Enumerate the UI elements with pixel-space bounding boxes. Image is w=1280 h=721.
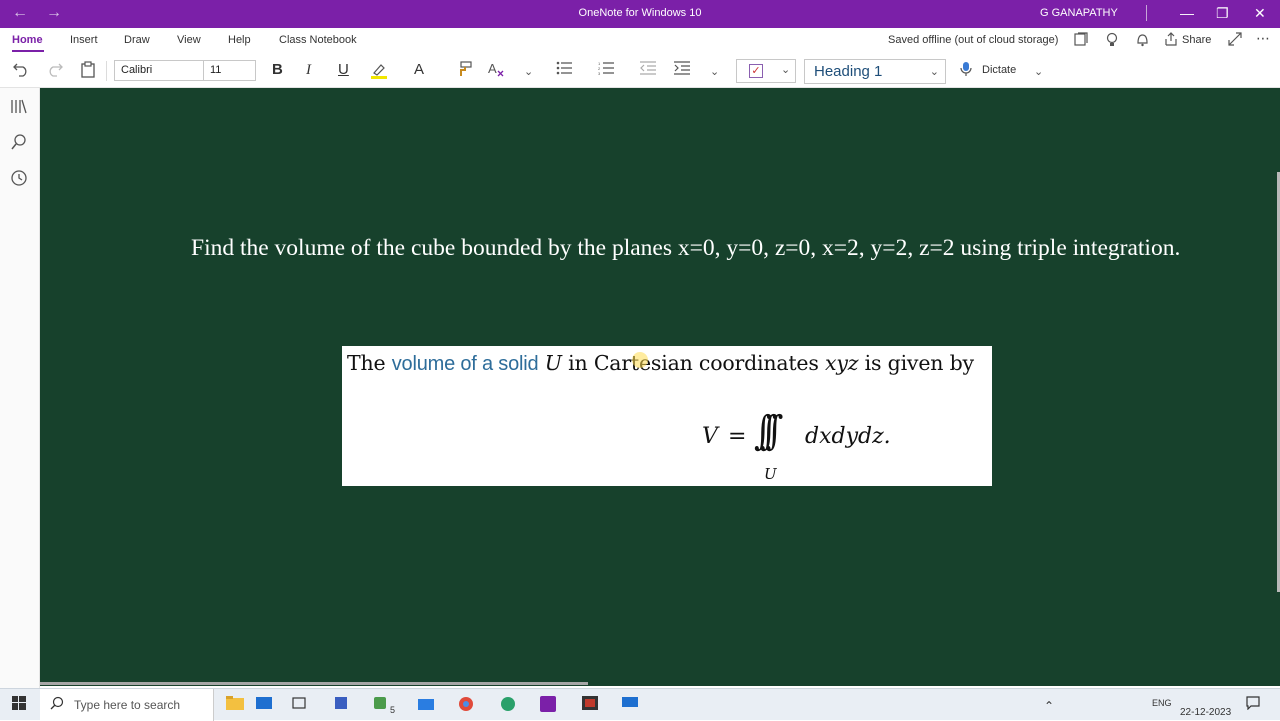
bell-icon[interactable] [1136, 32, 1149, 50]
notebook-pages-icon[interactable] [1074, 32, 1088, 49]
style-label: Heading 1 [814, 63, 883, 80]
formula-equals: = [728, 424, 747, 449]
share-icon[interactable] [1164, 32, 1178, 49]
undo-icon[interactable] [12, 61, 30, 82]
formula-v: V [702, 424, 718, 449]
media-app-icon[interactable] [582, 696, 598, 713]
title-bar: ← → OneNote for Windows 10 G GANAPATHY —… [0, 0, 1280, 28]
tab-class-notebook[interactable]: Class Notebook [279, 34, 357, 46]
teams-icon[interactable] [374, 696, 390, 713]
chevron-up-icon[interactable]: ⌃ [1044, 699, 1054, 713]
windows-start-icon[interactable] [12, 696, 26, 713]
store-icon[interactable] [418, 696, 434, 713]
restore-icon[interactable]: ❐ [1216, 4, 1229, 22]
underline-button[interactable]: U [338, 61, 349, 79]
font-color-button[interactable]: A [414, 61, 424, 79]
triple-integral-symbol: ∫∫∫ [754, 408, 783, 454]
sync-status: Saved offline (out of cloud storage) [888, 34, 1059, 46]
font-size-field[interactable]: 11 [203, 60, 256, 81]
chevron-down-icon[interactable]: ⌄ [1034, 63, 1043, 81]
more-options-icon[interactable]: ⋯ [1256, 30, 1270, 46]
tab-help[interactable]: Help [228, 34, 251, 46]
taskbar-search-box[interactable]: Type here to search [40, 689, 214, 721]
notifications-icon[interactable] [1246, 696, 1260, 713]
mouse-cursor-highlight [632, 352, 648, 368]
redo-icon[interactable] [46, 61, 64, 82]
close-icon[interactable]: ✕ [1254, 4, 1266, 22]
bulleted-list-icon[interactable] [556, 61, 572, 80]
dictate-button[interactable]: Dictate [982, 64, 1016, 76]
increase-indent-icon[interactable] [674, 61, 690, 80]
question-text[interactable]: Find the volume of the cube bounded by t… [191, 233, 1191, 263]
chevron-down-icon[interactable]: ⌄ [930, 65, 939, 78]
decrease-indent-icon[interactable] [640, 61, 656, 80]
recent-notes-clock-icon[interactable] [11, 170, 27, 190]
system-date[interactable]: 22-12-2023 [1180, 707, 1231, 718]
clear-formatting-icon[interactable]: A [488, 61, 506, 82]
expand-icon[interactable] [1228, 32, 1242, 49]
horizontal-scrollbar[interactable] [40, 682, 588, 685]
integral-region: U [764, 465, 777, 483]
formatting-toolbar: Calibri 11 B I U A A ⌄ 123 ⌄ ✓ ⌄ Heading… [0, 54, 1280, 88]
font-name-field[interactable]: Calibri [114, 60, 204, 81]
svg-text:3: 3 [598, 71, 601, 75]
browser-icon[interactable] [500, 696, 516, 715]
search-icon[interactable] [11, 134, 27, 154]
embedded-formula-image[interactable]: The volume of a solid U in Cartesian coo… [342, 346, 992, 486]
ribbon-tabs: Home Insert Draw View Help Class Noteboo… [0, 28, 1280, 54]
chevron-down-icon[interactable]: ⌄ [710, 63, 719, 81]
taskbar-search-placeholder: Type here to search [74, 698, 181, 712]
formula-integrand: dxdydz. [805, 424, 891, 449]
checkbox-tag-icon[interactable]: ✓ [749, 64, 763, 78]
chevron-down-icon[interactable]: ⌄ [524, 63, 533, 81]
tab-insert[interactable]: Insert [70, 34, 98, 46]
language-indicator[interactable]: ENG [1152, 698, 1172, 708]
onenote-icon[interactable] [540, 696, 556, 715]
user-name[interactable]: G GANAPATHY [1040, 7, 1118, 19]
clipboard-icon[interactable] [80, 61, 96, 83]
numbered-list-icon[interactable]: 123 [598, 61, 614, 80]
tab-draw[interactable]: Draw [124, 34, 150, 46]
active-tab-indicator [12, 50, 44, 52]
file-explorer-icon[interactable] [226, 696, 244, 713]
windows-taskbar: Type here to search 5 ⌃ ENG 22-12-2023 [0, 688, 1280, 721]
mail-icon[interactable] [256, 696, 272, 713]
formula-description: The volume of a solid U in Cartesian coo… [347, 351, 974, 375]
navigation-rail [0, 88, 40, 688]
search-icon [50, 696, 64, 713]
calculator-icon[interactable] [334, 696, 348, 713]
chevron-down-icon[interactable]: ⌄ [781, 63, 790, 76]
share-button[interactable]: Share [1182, 34, 1211, 46]
microphone-icon[interactable] [960, 61, 972, 82]
paragraph-style-dropdown[interactable]: Heading 1 ⌄ [804, 59, 946, 84]
tab-view[interactable]: View [177, 34, 201, 46]
italic-button[interactable]: I [306, 61, 311, 79]
highlighter-icon[interactable] [370, 61, 388, 84]
minimize-icon[interactable]: — [1180, 4, 1194, 22]
bold-button[interactable]: B [272, 61, 283, 79]
to-do-tag-picker[interactable]: ✓ ⌄ [736, 59, 796, 83]
volume-of-solid-link[interactable]: volume of a solid [392, 353, 539, 375]
notebooks-icon[interactable] [11, 98, 27, 118]
toolbar-separator [106, 61, 107, 81]
svg-text:A: A [488, 61, 497, 76]
chrome-icon[interactable] [458, 696, 474, 715]
task-view-icon[interactable] [292, 696, 306, 713]
remote-desktop-icon[interactable] [622, 696, 638, 713]
notification-count-badge: 5 [390, 705, 396, 715]
title-separator [1146, 5, 1147, 21]
format-painter-icon[interactable] [456, 61, 472, 82]
lightbulb-icon[interactable] [1106, 32, 1118, 50]
tab-home[interactable]: Home [12, 34, 43, 46]
